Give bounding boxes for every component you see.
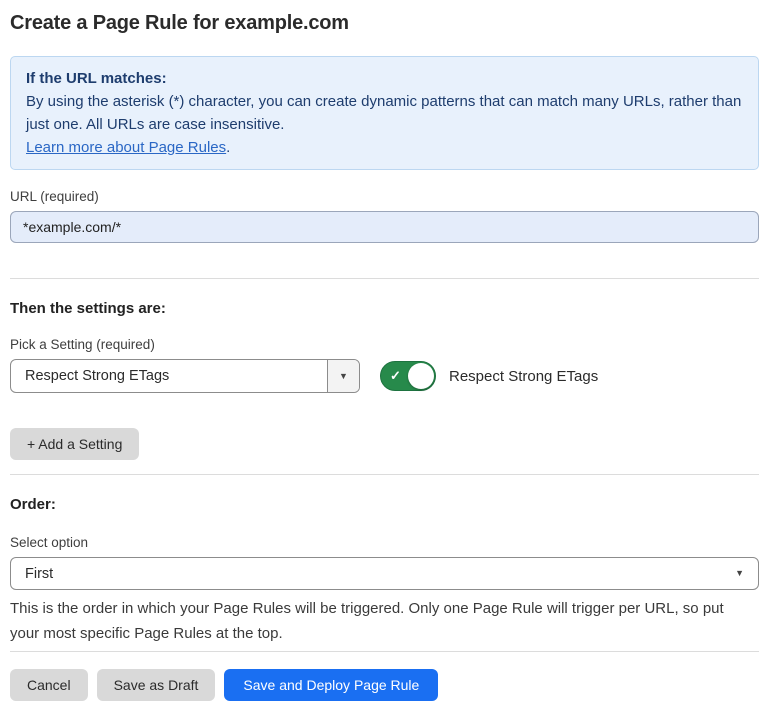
pick-setting-label: Pick a Setting (required) — [10, 337, 759, 352]
settings-section-heading: Then the settings are: — [10, 300, 759, 317]
info-box-body: By using the asterisk (*) character, you… — [26, 90, 743, 136]
add-setting-wrap: + Add a Setting — [10, 428, 759, 460]
setting-select-value: Respect Strong ETags — [11, 360, 327, 392]
cancel-button[interactable]: Cancel — [10, 669, 88, 701]
order-help-text: This is the order in which your Page Rul… — [10, 596, 750, 646]
save-deploy-button[interactable]: Save and Deploy Page Rule — [224, 669, 438, 701]
footer-actions: Cancel Save as Draft Save and Deploy Pag… — [10, 669, 759, 701]
setting-select[interactable]: Respect Strong ETags ▼ — [10, 359, 360, 393]
divider — [10, 651, 759, 652]
setting-row: Respect Strong ETags ▼ ✓ Respect Strong … — [10, 359, 759, 393]
order-select-label: Select option — [10, 535, 759, 550]
url-input[interactable] — [10, 211, 759, 243]
chevron-down-icon: ▼ — [735, 569, 744, 578]
info-box-heading: If the URL matches: — [26, 67, 743, 90]
divider — [10, 278, 759, 279]
order-select[interactable]: First ▼ — [10, 557, 759, 590]
order-section-heading: Order: — [10, 496, 759, 513]
save-draft-button[interactable]: Save as Draft — [97, 669, 216, 701]
learn-more-link[interactable]: Learn more about Page Rules — [26, 139, 226, 156]
create-page-rule-form: Create a Page Rule for example.com If th… — [0, 0, 769, 701]
url-match-info-box: If the URL matches: By using the asteris… — [10, 56, 759, 170]
divider — [10, 474, 759, 475]
link-suffix: . — [226, 139, 230, 156]
check-icon: ✓ — [390, 368, 401, 384]
page-title: Create a Page Rule for example.com — [10, 12, 759, 35]
info-box-link-line: Learn more about Page Rules. — [26, 136, 743, 159]
url-field-label: URL (required) — [10, 189, 759, 204]
toggle-label: Respect Strong ETags — [449, 368, 598, 385]
toggle-knob — [408, 363, 434, 389]
etags-toggle[interactable]: ✓ — [380, 361, 436, 391]
chevron-down-icon: ▼ — [339, 372, 348, 381]
order-select-value: First — [25, 566, 53, 582]
setting-select-arrow-button[interactable]: ▼ — [327, 360, 359, 392]
add-setting-button[interactable]: + Add a Setting — [10, 428, 139, 460]
